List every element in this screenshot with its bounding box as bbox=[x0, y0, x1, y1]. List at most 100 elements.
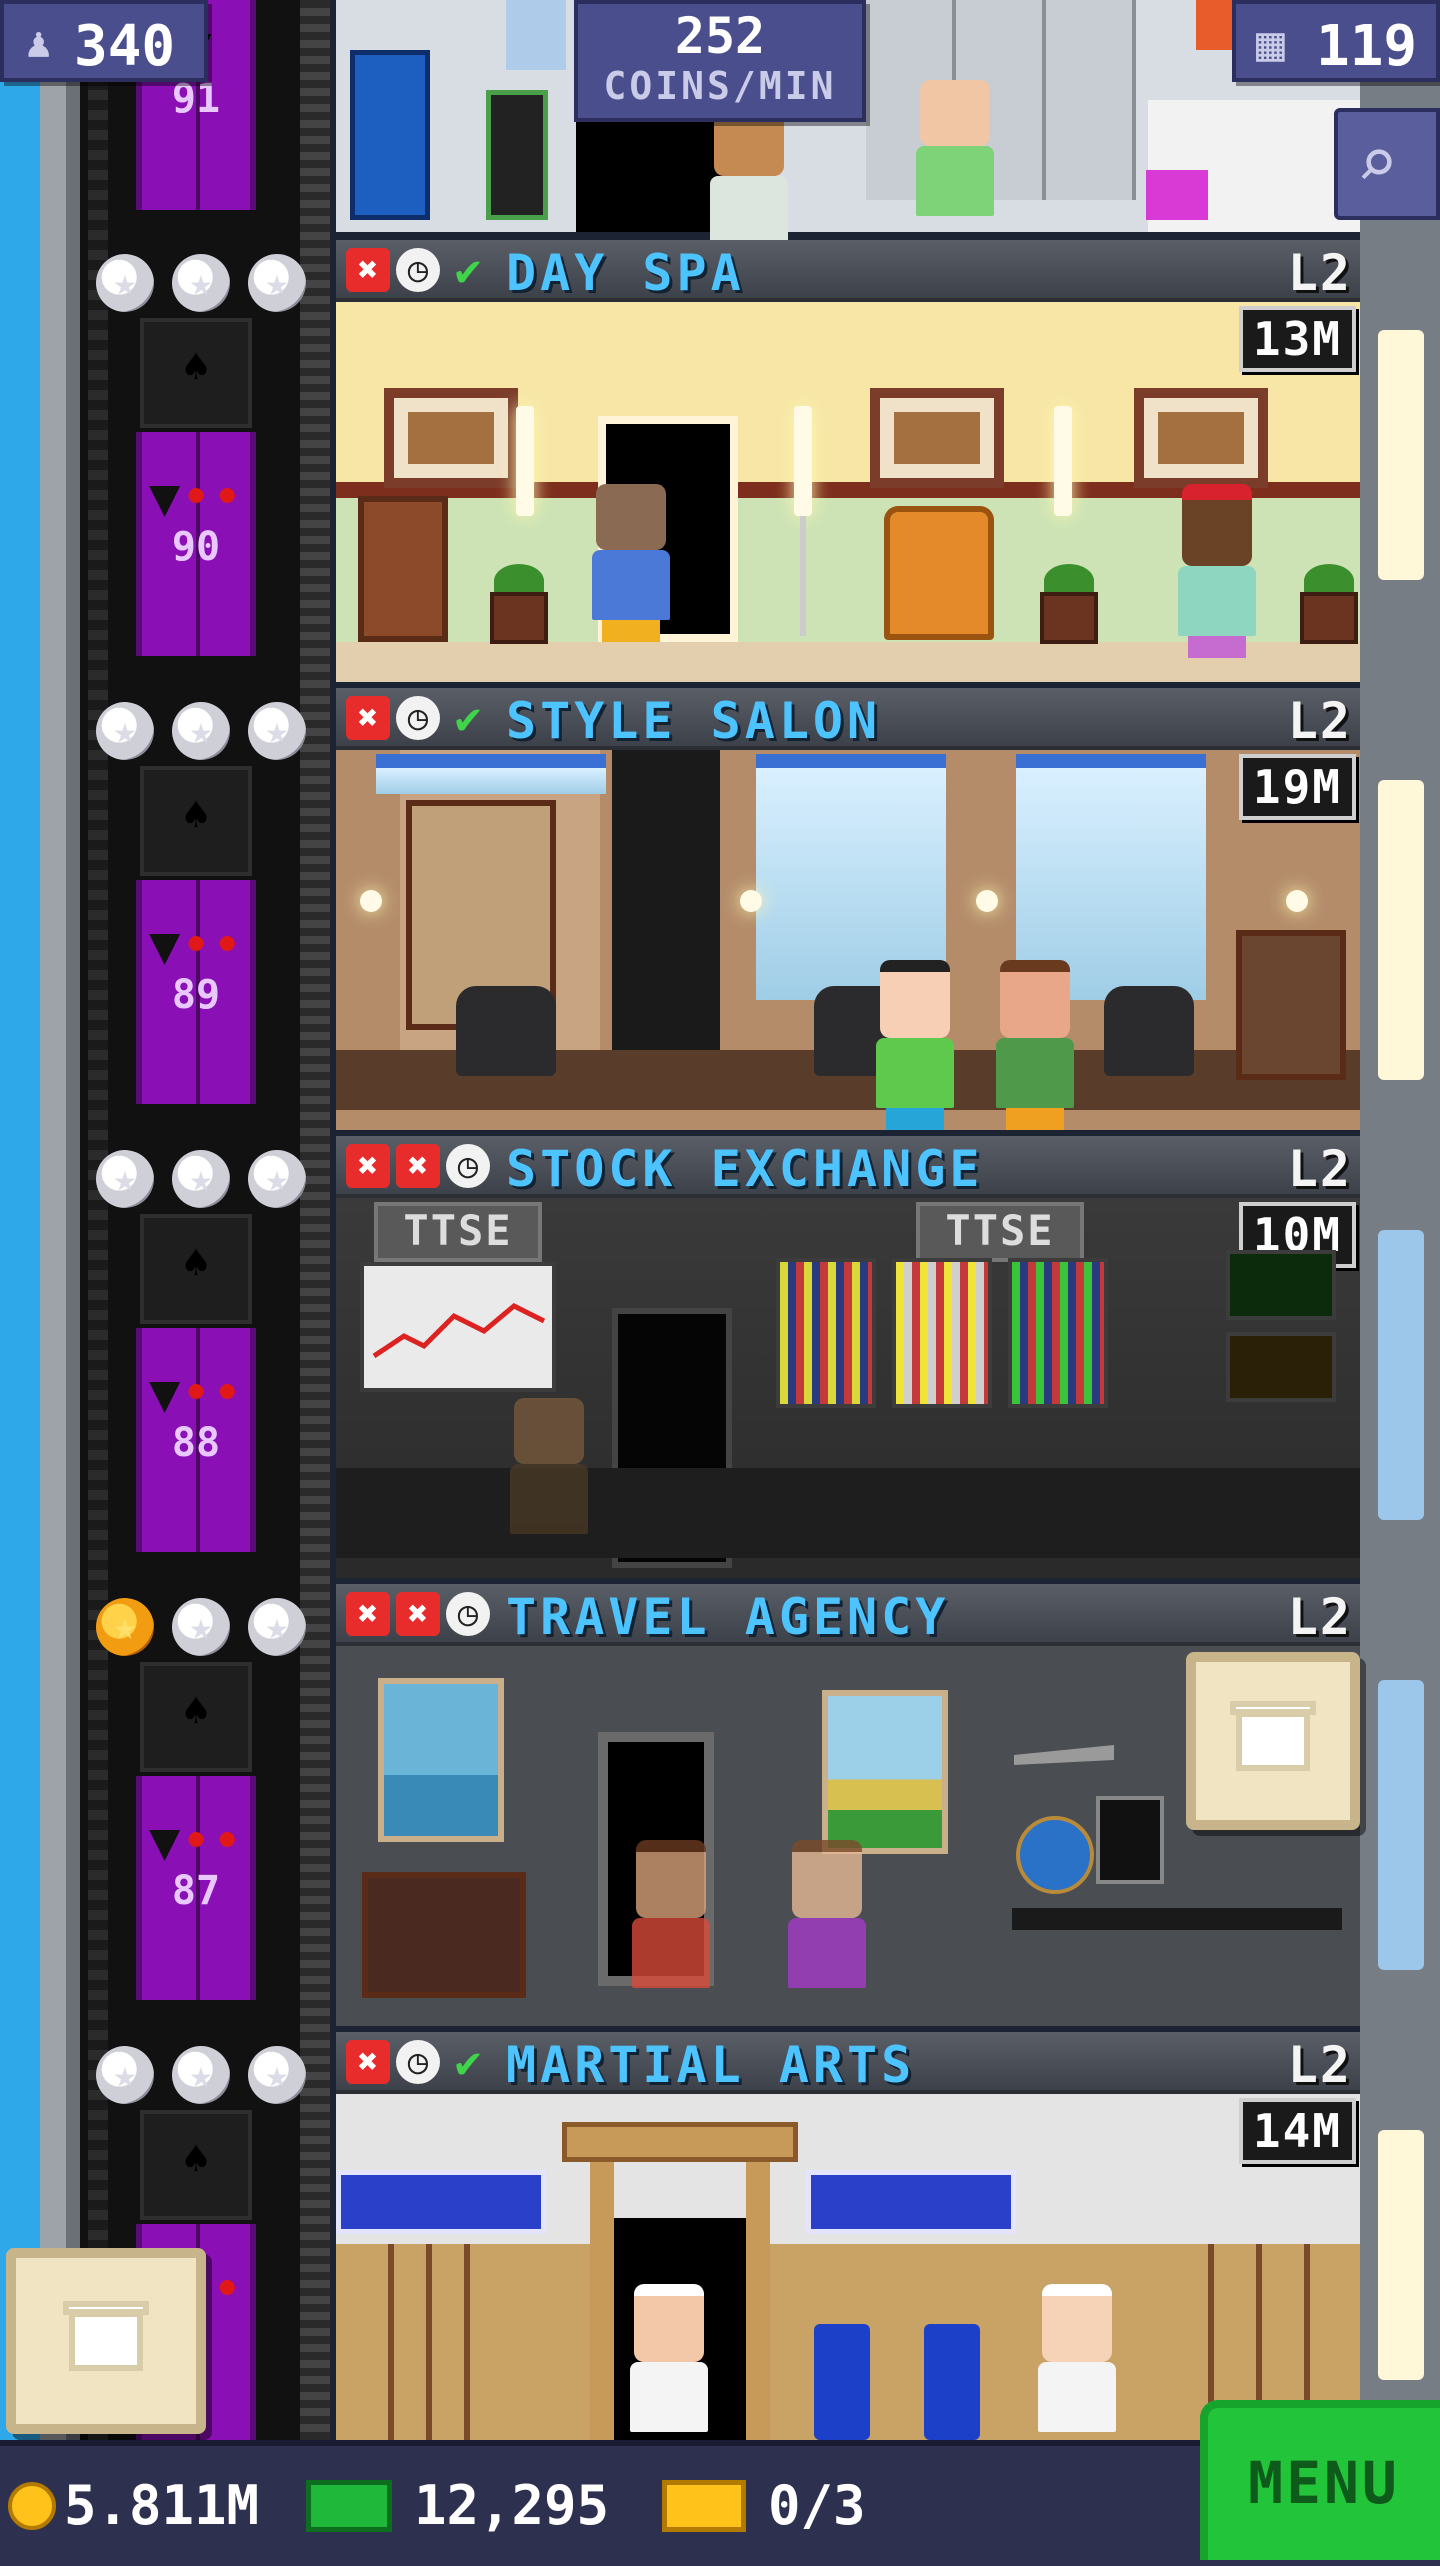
search-button[interactable]: ⌕ bbox=[1334, 108, 1440, 220]
crate-button-bottom[interactable] bbox=[6, 2248, 206, 2434]
clock-icon: ◷ bbox=[396, 2040, 440, 2084]
floor-number: 87 bbox=[171, 1868, 221, 1914]
resident[interactable] bbox=[1034, 2284, 1120, 2432]
coin-rate-value: 252 bbox=[674, 7, 766, 65]
star-icon bbox=[248, 702, 306, 760]
resident[interactable] bbox=[588, 484, 674, 642]
picture-frame bbox=[1134, 388, 1268, 488]
floor-stock-exchange[interactable]: ✖ ✖ ◷ STOCK EXCHANGE L2 10M TTSE TTSE bbox=[336, 1136, 1360, 1582]
floor-name: STOCK EXCHANGE bbox=[506, 1140, 984, 1198]
star-icon bbox=[96, 2046, 154, 2104]
floor-body: 13M bbox=[336, 302, 1360, 682]
magnifier-icon: ⌕ bbox=[1356, 122, 1399, 204]
status-icons: ✖ ◷ ✔ bbox=[346, 692, 490, 744]
travel-poster bbox=[822, 1690, 948, 1854]
crate-icon bbox=[1230, 1701, 1316, 1771]
resident[interactable] bbox=[912, 80, 998, 216]
resident[interactable] bbox=[628, 1840, 714, 1988]
floor-level: L2 bbox=[1287, 1588, 1352, 1646]
x-icon: ✖ bbox=[346, 248, 390, 292]
price-tag[interactable]: 13M bbox=[1238, 306, 1356, 372]
bux-counter[interactable]: ▦ 119 bbox=[1232, 0, 1440, 82]
resident[interactable] bbox=[784, 1840, 870, 1988]
population-value: 340 bbox=[74, 14, 176, 79]
floor-stars bbox=[96, 254, 306, 312]
bux-display: 12,295 bbox=[306, 2474, 609, 2537]
airplane-icon bbox=[1014, 1745, 1114, 1765]
plant-icon bbox=[1294, 564, 1360, 644]
floor-number: 90 bbox=[171, 524, 221, 570]
elevator-top-panel bbox=[140, 318, 252, 428]
elevator-door[interactable]: ▼•• 89 bbox=[136, 880, 256, 1104]
lamp-icon bbox=[794, 406, 812, 516]
tickets-display: 0/3 bbox=[662, 2474, 866, 2537]
laundry-basket bbox=[1146, 170, 1208, 220]
vending-machine bbox=[350, 50, 430, 220]
stock-chart-monitor bbox=[360, 1262, 556, 1392]
data-display bbox=[1226, 1332, 1336, 1402]
star-icon bbox=[172, 2046, 230, 2104]
clock-icon: ◷ bbox=[446, 1592, 490, 1636]
coin-icon bbox=[8, 2481, 56, 2530]
sky-strip bbox=[0, 0, 40, 2560]
tickets-value: 0/3 bbox=[768, 2474, 866, 2537]
elevator-door[interactable]: ▼•• 87 bbox=[136, 1776, 256, 2000]
resident[interactable] bbox=[872, 960, 958, 1130]
resident[interactable] bbox=[626, 2284, 712, 2432]
floor-body: 19M bbox=[336, 750, 1360, 1130]
elevator-door[interactable]: ▼•• 88 bbox=[136, 1328, 256, 1552]
exterior-window bbox=[1378, 1230, 1424, 1520]
floor-header: ✖ ◷ ✔ DAY SPA L2 bbox=[336, 240, 1360, 302]
crate-button-travel[interactable] bbox=[1186, 1652, 1360, 1830]
coins-value: 5.811M bbox=[64, 2474, 260, 2537]
resident[interactable] bbox=[706, 110, 792, 246]
bux-bill-icon bbox=[306, 2479, 392, 2532]
menu-button[interactable]: MENU bbox=[1200, 2400, 1440, 2560]
star-icon bbox=[172, 254, 230, 312]
population-counter[interactable]: ♟ 340 bbox=[0, 0, 208, 82]
bux-total-value: 12,295 bbox=[414, 2474, 610, 2537]
floor-name: STYLE SALON bbox=[506, 692, 882, 750]
bat-icon: ▼•• bbox=[149, 916, 243, 976]
exterior-window bbox=[1378, 1680, 1424, 1970]
shelf bbox=[358, 496, 448, 642]
tower-inner-wall bbox=[66, 0, 80, 2560]
price-tag[interactable]: 14M bbox=[1238, 2098, 1356, 2164]
floor-martial-arts[interactable]: ✖ ◷ ✔ MARTIAL ARTS L2 14M bbox=[336, 2032, 1360, 2440]
check-icon: ✔ bbox=[454, 692, 482, 744]
floor-header: ✖ ✖ ◷ TRAVEL AGENCY L2 bbox=[336, 1584, 1360, 1646]
spa-chair bbox=[884, 506, 994, 640]
exterior-window bbox=[1378, 2130, 1424, 2380]
price-tag[interactable]: 19M bbox=[1238, 754, 1356, 820]
floor-number: 91 bbox=[171, 76, 221, 122]
elevator-door[interactable]: ▼•• 90 bbox=[136, 432, 256, 656]
floor-header: ✖ ◷ ✔ STYLE SALON L2 bbox=[336, 688, 1360, 750]
x-icon: ✖ bbox=[396, 1144, 440, 1188]
resident[interactable] bbox=[506, 1398, 592, 1534]
star-icon bbox=[248, 1598, 306, 1656]
lamp-icon bbox=[360, 890, 382, 912]
brochure-rack bbox=[362, 1872, 526, 1998]
floor-name: MARTIAL ARTS bbox=[506, 2036, 916, 2094]
floor-day-spa[interactable]: ✖ ◷ ✔ DAY SPA L2 13M bbox=[336, 240, 1360, 686]
floor-level: L2 bbox=[1287, 1140, 1352, 1198]
elevator-top-panel bbox=[140, 1662, 252, 1772]
bat-icon: ▼•• bbox=[149, 1812, 243, 1872]
trading-desk bbox=[336, 1468, 1360, 1558]
floor-style-salon[interactable]: ✖ ◷ ✔ STYLE SALON L2 19M bbox=[336, 688, 1360, 1134]
coin-rate-unit: COINS/MIN bbox=[603, 64, 837, 108]
resident[interactable] bbox=[992, 960, 1078, 1130]
torii-gate-post bbox=[590, 2162, 614, 2440]
star-icon bbox=[248, 2046, 306, 2104]
salon-chair bbox=[1104, 986, 1194, 1076]
floor-stars bbox=[96, 1598, 306, 1656]
picture-frame bbox=[384, 388, 518, 488]
x-icon: ✖ bbox=[346, 2040, 390, 2084]
travel-poster bbox=[378, 1678, 504, 1842]
floor-stars bbox=[96, 1150, 306, 1208]
floor-header: ✖ ✖ ◷ STOCK EXCHANGE L2 bbox=[336, 1136, 1360, 1198]
building-icon: ▦ bbox=[1256, 16, 1285, 72]
elevator-top-panel bbox=[140, 1214, 252, 1324]
resident[interactable] bbox=[1174, 484, 1260, 658]
lamp-icon bbox=[740, 890, 762, 912]
